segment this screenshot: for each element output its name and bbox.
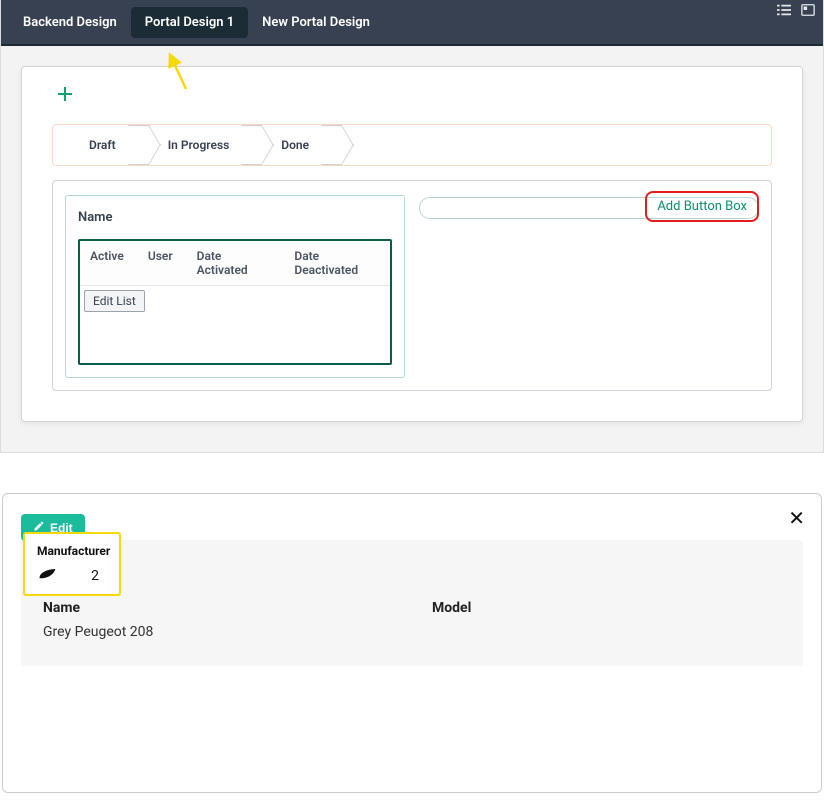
manufacturer-stat-value: 2 <box>91 568 107 584</box>
card-view-icon[interactable] <box>801 3 815 17</box>
field-name-label: Name <box>43 600 392 616</box>
tab-backend-design[interactable]: Backend Design <box>9 7 131 38</box>
col-user: User <box>148 249 173 277</box>
edit-list-button[interactable]: Edit List <box>84 290 145 312</box>
manufacturer-stat-title: Manufacturer <box>37 544 107 558</box>
field-model-label: Model <box>432 600 781 616</box>
designer-canvas: Draft In Progress Done Add Button Box Na… <box>1 46 823 452</box>
record-form-view: ✕ Edit Manufacturer 2 Name Grey Peugeot … <box>2 493 822 793</box>
list-view-icon[interactable] <box>777 3 791 17</box>
field-name-value: Grey Peugeot 208 <box>43 624 392 640</box>
add-element-button[interactable] <box>52 83 78 108</box>
status-step-draft[interactable]: Draft <box>53 125 140 165</box>
col-date-activated: Date Activated <box>197 249 271 277</box>
list-header: Active User Date Activated Date Deactiva… <box>80 241 390 286</box>
col-active: Active <box>90 249 124 277</box>
tab-portal-design-1[interactable]: Portal Design 1 <box>131 7 248 38</box>
tab-new-portal-design[interactable]: New Portal Design <box>248 7 384 38</box>
col-date-deactivated: Date Deactivated <box>294 249 380 277</box>
status-step-done[interactable]: Done <box>253 125 333 165</box>
field-name-label: Name <box>78 210 392 225</box>
top-navbar: Backend Design Portal Design 1 New Porta… <box>1 0 823 44</box>
status-step-in-progress[interactable]: In Progress <box>140 125 254 165</box>
add-button-box[interactable]: Add Button Box <box>645 191 759 222</box>
manufacturer-stat-box[interactable]: Manufacturer 2 <box>23 532 121 596</box>
one2many-list[interactable]: Active User Date Activated Date Deactiva… <box>78 239 392 365</box>
form-sheet: Add Button Box Name Active User Date Act… <box>52 180 772 391</box>
record-body: Name Grey Peugeot 208 Model <box>21 540 803 666</box>
leaf-icon <box>37 566 57 586</box>
close-icon[interactable]: ✕ <box>788 506 805 530</box>
name-field-block: Name Active User Date Activated Date Dea… <box>65 195 405 378</box>
status-bar[interactable]: Draft In Progress Done <box>52 124 772 166</box>
